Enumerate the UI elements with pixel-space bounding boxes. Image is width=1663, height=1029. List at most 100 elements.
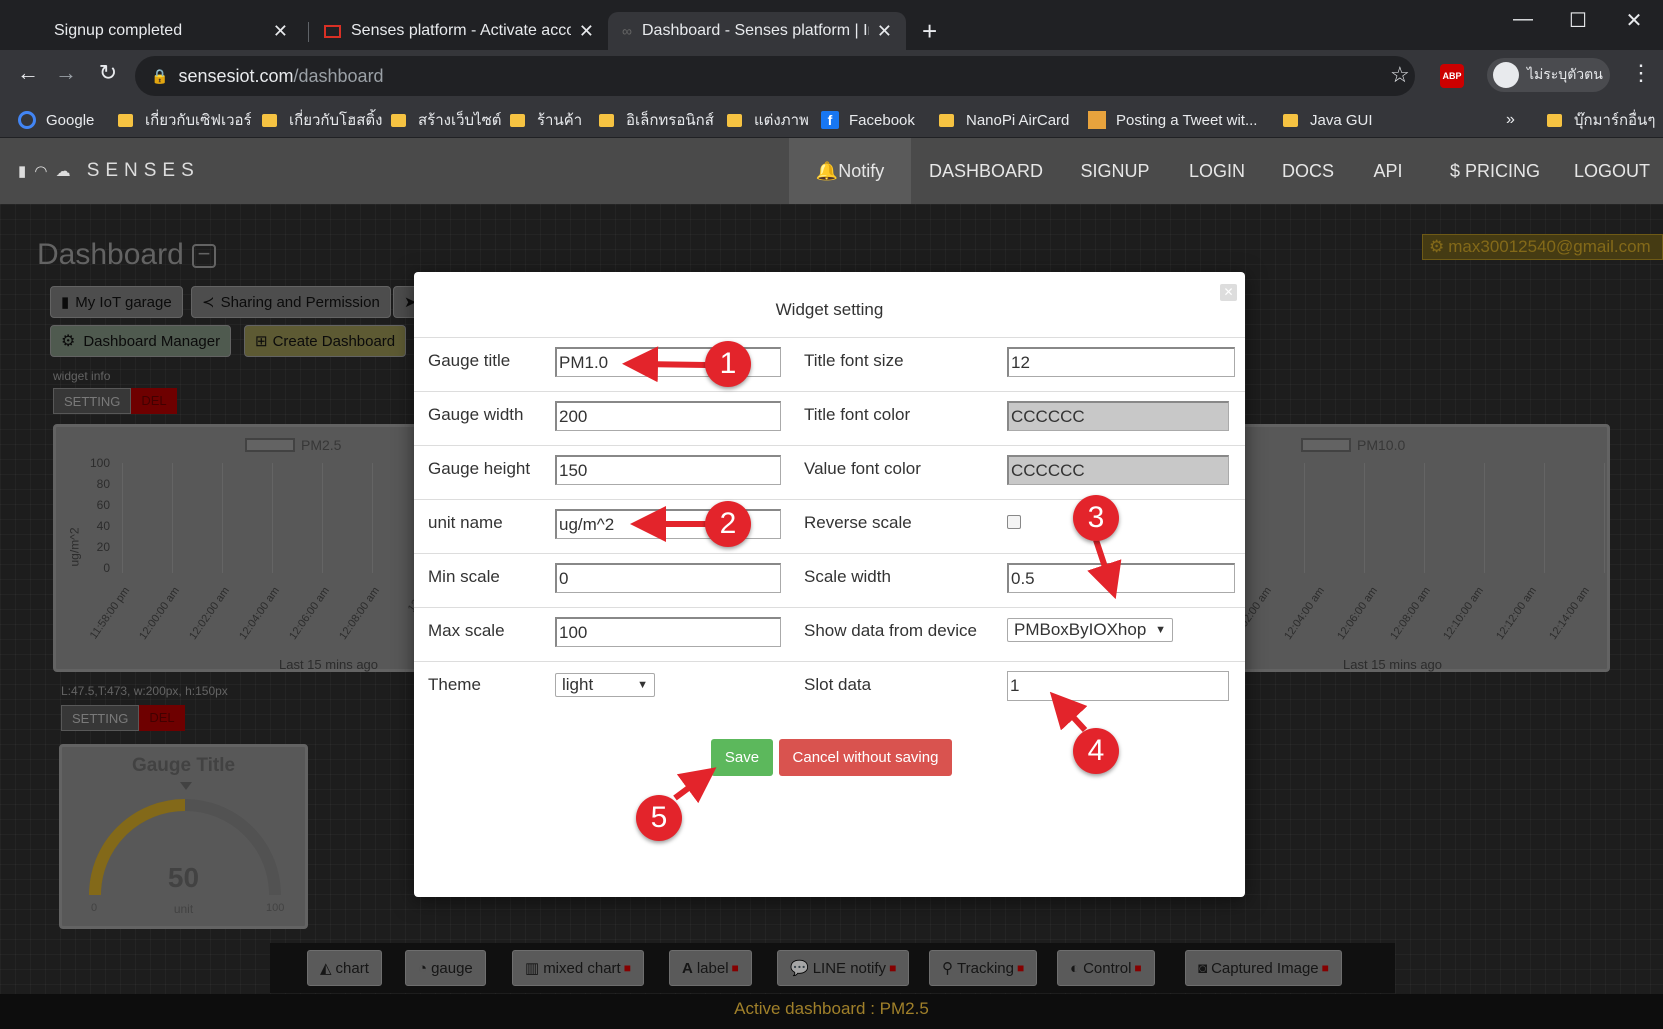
title-font-color-input[interactable]: CCCCCC [1007, 401, 1229, 431]
bookmark-label: Posting a Tweet wit... [1116, 111, 1258, 129]
bookmark-folder[interactable]: เกี่ยวกับโฮสติ้ง [262, 107, 382, 133]
back-icon[interactable]: ← [12, 60, 44, 86]
folder-icon [118, 113, 133, 127]
menu-kebab-icon[interactable]: ⋮ [1630, 60, 1652, 86]
reload-icon[interactable]: ↻ [92, 60, 124, 86]
bookmark-google[interactable]: Google [18, 107, 94, 133]
slot-data-label: Slot data [804, 675, 872, 694]
gauge-height-input[interactable]: 150 [555, 455, 781, 485]
lock-icon: 🔒 [151, 67, 169, 84]
bookmark-label: อิเล็กทรอนิกส์ [626, 112, 714, 129]
bookmark-folder[interactable]: เกี่ยวกับเซิฟเวอร์ [118, 107, 252, 133]
tab-dashboard[interactable]: ∞ Dashboard - Senses platform | In ✕ [608, 12, 906, 50]
bookmark-label: ร้านค้า [537, 112, 583, 129]
modal-title: Widget setting [775, 300, 884, 319]
reverse-scale-checkbox[interactable] [1007, 515, 1021, 529]
close-tab-icon[interactable]: ✕ [273, 21, 288, 42]
bookmark-folder[interactable]: ร้านค้า [510, 107, 582, 133]
folder-icon [599, 113, 614, 127]
brand-name: SENSES [86, 160, 200, 181]
minimize-icon[interactable]: — [1503, 8, 1543, 31]
brand-logo[interactable]: ▮ ◠ ☁ SENSES [18, 160, 200, 182]
nav-label: DOCS [1281, 161, 1334, 181]
bookmark-folder[interactable]: NanoPi AirCard [939, 107, 1069, 133]
bookmark-tweet[interactable]: Posting a Tweet wit... [1088, 107, 1257, 133]
forward-icon[interactable]: → [50, 60, 82, 86]
folder-icon [262, 113, 277, 127]
caret-down-icon: ▼ [1155, 624, 1166, 636]
gauge-width-input[interactable]: 200 [555, 401, 781, 431]
save-button[interactable]: Save [711, 739, 773, 776]
device-select[interactable]: PMBoxByIOXhop ▼ [1007, 618, 1173, 642]
widget-setting-modal: Widget setting ✕ Gauge title PM1.0 Gauge… [414, 272, 1245, 897]
tab-title: Senses platform - Activate accou [351, 22, 571, 39]
device-label: Show data from device [804, 621, 977, 640]
bookmark-label: Facebook [849, 111, 915, 129]
bookmarks-overflow-icon[interactable]: » [1506, 107, 1515, 133]
bookmark-folder[interactable]: Java GUI [1283, 107, 1373, 133]
title-font-size-input[interactable]: 12 [1007, 347, 1235, 377]
folder-icon [727, 113, 742, 127]
nav-logout[interactable]: LOGOUT [1562, 138, 1662, 204]
tab-separator [308, 22, 309, 42]
max-scale-input[interactable]: 100 [555, 617, 781, 647]
nav-signup[interactable]: SIGNUP [1068, 138, 1162, 204]
bookmark-folder[interactable]: สร้างเว็บไซต์ [391, 107, 502, 133]
cancel-button[interactable]: Cancel without saving [779, 739, 952, 776]
min-scale-label: Min scale [428, 567, 500, 586]
bookmark-label: เกี่ยวกับเซิฟเวอร์ [145, 112, 252, 129]
annotation-badge-5: 5 [636, 795, 682, 841]
profile-label: ไม่ระบุตัวตน [1527, 66, 1603, 82]
scale-width-label: Scale width [804, 567, 891, 586]
close-icon[interactable]: ✕ [1220, 284, 1237, 301]
nav-dashboard[interactable]: DASHBOARD [921, 138, 1051, 204]
max-scale-label: Max scale [428, 621, 505, 640]
theme-select[interactable]: light ▼ [555, 673, 655, 697]
nav-pricing[interactable]: $ PRICING [1430, 138, 1560, 204]
tab-activate[interactable]: Senses platform - Activate accou ✕ [310, 12, 608, 50]
nav-api[interactable]: API [1360, 138, 1416, 204]
nav-label: LOGOUT [1573, 161, 1650, 181]
title-font-size-label: Title font size [804, 351, 904, 370]
tab-title: Signup completed [54, 22, 183, 39]
gauge-title-label: Gauge title [428, 351, 511, 370]
new-tab-icon[interactable]: + [922, 16, 937, 47]
address-bar[interactable]: 🔒 sensesiot.com/dashboard [135, 56, 1415, 96]
bookmark-label: Google [46, 111, 95, 129]
value-font-color-input[interactable]: CCCCCC [1007, 455, 1229, 485]
bell-icon: 🔔 [815, 161, 839, 181]
nav-label: Notify [838, 161, 885, 181]
nav-label: API [1373, 161, 1403, 181]
close-tab-icon[interactable]: ✕ [877, 21, 892, 42]
window-close-icon[interactable]: ✕ [1614, 8, 1654, 33]
caret-down-icon: ▼ [637, 679, 648, 691]
nav-label: LOGIN [1188, 161, 1245, 181]
bookmark-folder[interactable]: อิเล็กทรอนิกส์ [599, 107, 714, 133]
page-icon [1088, 111, 1106, 129]
nav-login[interactable]: LOGIN [1177, 138, 1257, 204]
nav-label: DASHBOARD [928, 161, 1044, 181]
adblock-icon[interactable]: ABP [1440, 64, 1464, 88]
facebook-icon: f [821, 111, 839, 129]
folder-icon [391, 113, 406, 127]
tab-signup[interactable]: Signup completed ✕ [40, 12, 302, 50]
brand-icons: ▮ ◠ ☁ [18, 163, 73, 180]
theme-label: Theme [428, 675, 481, 694]
scale-width-input[interactable]: 0.5 [1007, 563, 1235, 593]
nav-docs[interactable]: DOCS [1270, 138, 1346, 204]
bookmark-folder[interactable]: แต่งภาพ [727, 107, 809, 133]
bookmark-facebook[interactable]: f Facebook [821, 107, 915, 133]
annotation-badge-4: 4 [1073, 728, 1119, 774]
folder-icon [1547, 113, 1562, 127]
slot-data-input[interactable]: 1 [1007, 671, 1229, 701]
maximize-icon[interactable]: ☐ [1558, 8, 1598, 33]
folder-icon [1283, 113, 1298, 127]
unit-name-label: unit name [428, 513, 503, 532]
bookmark-star-icon[interactable]: ☆ [1390, 62, 1410, 88]
other-bookmarks[interactable]: บุ๊กมาร์กอื่นๆ [1547, 107, 1655, 133]
min-scale-input[interactable]: 0 [555, 563, 781, 593]
close-tab-icon[interactable]: ✕ [579, 21, 594, 42]
bookmark-label: บุ๊กมาร์กอื่นๆ [1574, 112, 1656, 129]
nav-notify[interactable]: 🔔Notify [789, 138, 911, 204]
profile-chip[interactable]: ไม่ระบุตัวตน [1487, 58, 1610, 92]
